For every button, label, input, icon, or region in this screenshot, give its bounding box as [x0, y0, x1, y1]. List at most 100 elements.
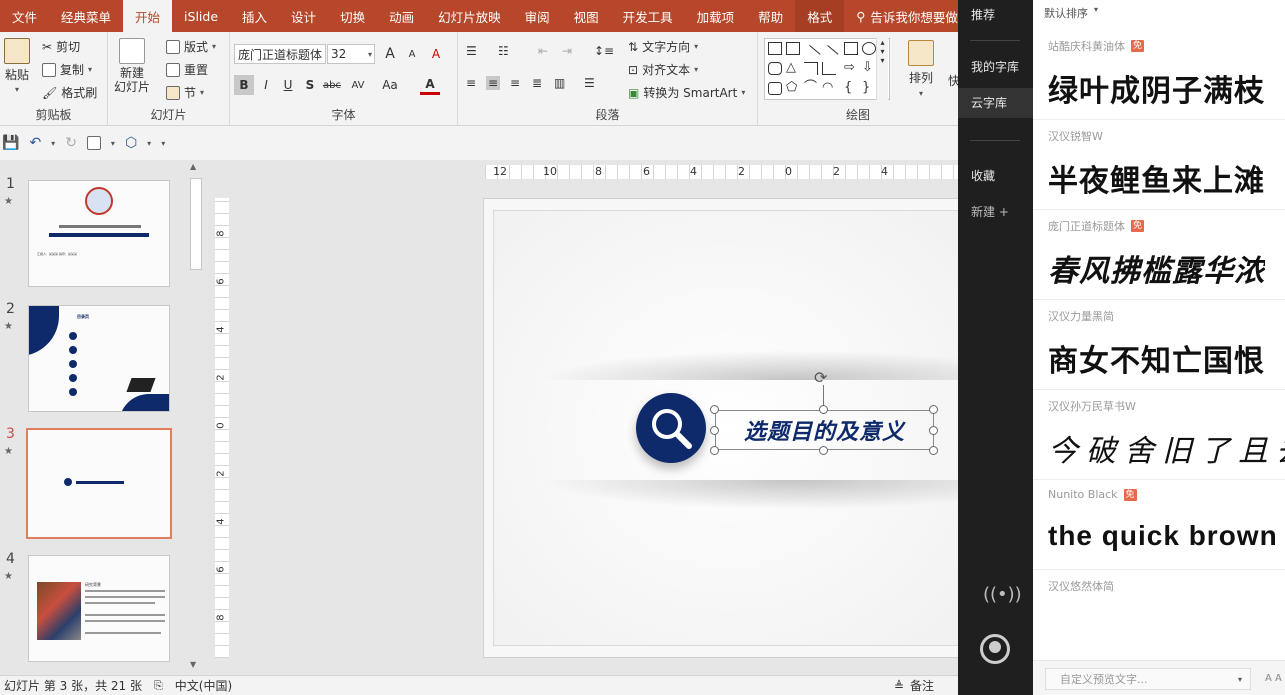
chevron-down-icon[interactable]: ▾ [111, 139, 115, 148]
nav-new[interactable]: 新建 + [958, 197, 1033, 227]
slide-thumbnail-1[interactable]: 汇报人：某某某 指导：某某某 [28, 180, 170, 287]
font-card[interactable]: 站酷庆科黄油体免 绿叶成阴子满枝 [1033, 30, 1285, 120]
right-arrow-shape-icon[interactable]: ⇨ [844, 61, 858, 75]
tab-islide[interactable]: iSlide [172, 0, 230, 32]
close-brace-shape-icon[interactable]: } [862, 81, 876, 95]
resize-handle[interactable] [819, 405, 828, 414]
layout-icon[interactable] [86, 136, 101, 150]
italic-button[interactable]: I [256, 75, 276, 95]
oval-shape-icon[interactable] [862, 42, 876, 55]
slide-thumbnail-2[interactable]: 目录页 [28, 305, 170, 412]
custom-preview-input[interactable]: 自定义预览文字... ▾ [1045, 668, 1251, 690]
tab-animations[interactable]: 动画 [377, 0, 426, 32]
font-color-button[interactable]: A [420, 75, 440, 95]
underline-button[interactable]: U [278, 75, 298, 95]
connector-shape-icon[interactable] [804, 62, 818, 75]
convert-smartart-button[interactable]: ▣ 转换为 SmartArt ▾ [628, 84, 745, 101]
decrease-indent-button[interactable]: ⇤ [538, 44, 548, 58]
language-indicator[interactable]: 中文(中国) [175, 677, 232, 694]
chevron-down-icon[interactable]: ▾ [51, 139, 55, 148]
shapes-scroll[interactable]: ▴ ▾ ▾ [876, 38, 888, 100]
font-card[interactable]: 汉仪力量黑简 商女不知亡国恨 [1033, 300, 1285, 390]
rotate-handle-icon[interactable]: ⟳ [814, 368, 827, 387]
font-name-dropdown[interactable]: 庞门正道标题体 [234, 44, 326, 64]
align-text-button[interactable]: ⊡ 对齐文本 ▾ [628, 61, 698, 78]
shapes-icon[interactable]: ⬡ [125, 135, 137, 151]
section-button[interactable]: 节 ▾ [166, 84, 204, 101]
brace-shape-icon[interactable]: { [844, 81, 858, 95]
search-circle[interactable] [636, 393, 706, 463]
grow-font-button[interactable]: A [380, 44, 400, 64]
scroll-up-icon[interactable]: ▲ [190, 162, 196, 171]
redo-icon[interactable]: ↻ [65, 135, 77, 151]
scroll-down-icon[interactable]: ▼ [190, 660, 196, 669]
nav-my-library[interactable]: 我的字库 [958, 52, 1033, 82]
tab-review[interactable]: 审阅 [513, 0, 562, 32]
nav-recommend[interactable]: 推荐 [958, 0, 1033, 30]
slide-thumbnail-4[interactable]: 研究背景 [28, 555, 170, 662]
scroll-thumb[interactable] [190, 178, 202, 270]
rounded-rect-shape-icon[interactable] [768, 62, 782, 75]
justify-button[interactable]: ≣ [532, 76, 542, 90]
resize-handle[interactable] [710, 446, 719, 455]
layout-button[interactable]: 版式 ▾ [166, 38, 216, 55]
slide-thumbnail-3[interactable] [26, 428, 172, 539]
rectangle-shape-icon[interactable] [844, 42, 858, 55]
callout-shape-icon[interactable] [768, 82, 782, 95]
arrange-button[interactable]: 排列 ▾ [908, 40, 934, 98]
strikethrough-button[interactable]: abc [322, 75, 342, 95]
format-painter-button[interactable]: 🖌 格式刷 [42, 84, 97, 101]
new-slide-button[interactable]: 新建 幻灯片 [114, 38, 150, 94]
quick-styles-button[interactable]: 快 [948, 72, 958, 89]
vertical-textbox-shape-icon[interactable] [786, 42, 800, 55]
reset-button[interactable]: 重置 [166, 61, 208, 78]
font-card[interactable]: 汉仪锐智W 半夜鲤鱼来上滩 [1033, 120, 1285, 210]
title-textbox[interactable]: 选题目的及意义 [715, 410, 934, 450]
align-center-button[interactable]: ≡ [486, 76, 501, 90]
slide-title[interactable]: 选题目的及意义 [744, 414, 905, 446]
thumbnail-scrollbar[interactable]: ▲ ▼ [188, 160, 205, 675]
tab-format[interactable]: 格式 [795, 0, 845, 32]
triangle-shape-icon[interactable]: △ [786, 61, 800, 75]
notes-button[interactable]: 备注 [910, 677, 934, 694]
font-size-dropdown[interactable]: 32 ▾ [327, 44, 375, 64]
paste-button[interactable]: 粘贴 ▾ [4, 38, 30, 94]
tab-view[interactable]: 视图 [562, 0, 611, 32]
font-card[interactable]: Nunito Black 免 the quick brown [1033, 480, 1285, 570]
tab-insert[interactable]: 插入 [230, 0, 279, 32]
resize-handle[interactable] [929, 405, 938, 414]
resize-handle[interactable] [710, 405, 719, 414]
tab-slideshow[interactable]: 幻灯片放映 [426, 0, 513, 32]
save-icon[interactable]: 💾 [2, 135, 19, 151]
distribute-button[interactable]: ▥ [554, 76, 565, 90]
tab-addins[interactable]: 加载项 [685, 0, 747, 32]
columns-button[interactable]: ☰ [584, 76, 595, 90]
customize-qat-icon[interactable]: ▾ [161, 139, 165, 148]
copy-button[interactable]: 复制 ▾ [42, 61, 92, 78]
font-card[interactable]: 汉仪孙万民草书W 今破舍旧了且去 [1033, 390, 1285, 480]
font-card[interactable]: 汉仪悠然体简 [1033, 570, 1285, 660]
change-case-button[interactable]: Aa [380, 75, 400, 95]
sort-dropdown[interactable]: 默认排序 ▾ [1044, 5, 1098, 21]
bullets-button[interactable]: ☰ [466, 44, 477, 58]
resize-handle[interactable] [929, 426, 938, 435]
chevron-down-icon[interactable]: ▾ [147, 139, 151, 148]
tab-transitions[interactable]: 切换 [328, 0, 377, 32]
broadcast-icon[interactable]: ((•)) [983, 584, 1022, 605]
shadow-button[interactable]: S [300, 75, 320, 95]
resize-handle[interactable] [819, 446, 828, 455]
arc-shape-icon[interactable]: ◠ [822, 81, 836, 95]
numbering-button[interactable]: ☷ [498, 44, 509, 58]
undo-icon[interactable]: ↶ [29, 135, 41, 151]
align-left-button[interactable]: ≡ [466, 76, 476, 90]
tab-file[interactable]: 文件 [0, 0, 49, 32]
tab-developer[interactable]: 开发工具 [611, 0, 685, 32]
notes-icon[interactable]: ≜ [894, 679, 904, 693]
pentagon-shape-icon[interactable]: ⬠ [786, 81, 800, 95]
char-spacing-button[interactable]: AV [348, 75, 368, 95]
font-card[interactable]: 庞门正道标题体免 春风拂槛露华浓 [1033, 210, 1285, 300]
shapes-gallery[interactable]: △ ⇨ ⇩ ⬠ ⌒ ◠ { } [764, 38, 890, 100]
clear-format-button[interactable]: A [426, 44, 446, 64]
avatar-icon[interactable] [980, 634, 1010, 664]
tab-classic-menu[interactable]: 经典菜单 [49, 0, 123, 32]
